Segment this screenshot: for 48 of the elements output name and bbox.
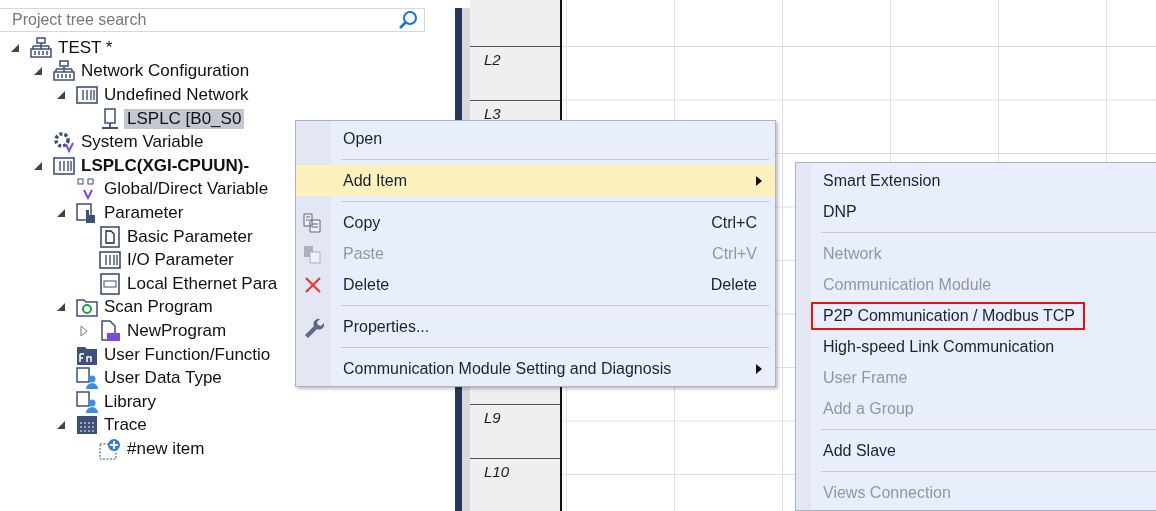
user-table-icon xyxy=(76,367,98,390)
hand-icon xyxy=(76,201,98,224)
table-icon xyxy=(76,414,98,437)
menu-item[interactable]: Add Item xyxy=(296,165,775,196)
tree-item[interactable]: Trace xyxy=(101,415,150,436)
menu-item[interactable]: High-speed Link Communication xyxy=(796,331,1156,362)
rack-icon xyxy=(99,249,121,272)
menu-item[interactable]: Delete Delete xyxy=(296,269,775,300)
tree-item[interactable]: Basic Parameter xyxy=(124,226,256,247)
add-item-icon xyxy=(99,437,121,460)
menu-item[interactable]: Smart Extension xyxy=(796,165,1156,196)
rack-icon xyxy=(53,154,75,177)
folder-icon xyxy=(76,296,98,319)
tree-item[interactable]: Scan Program xyxy=(101,297,216,318)
tree-item[interactable]: #new item xyxy=(124,438,208,459)
tree-item[interactable]: TEST * xyxy=(55,37,116,58)
menu-item[interactable]: Properties... xyxy=(296,311,775,342)
row-number: L10 xyxy=(470,457,560,511)
tree-item[interactable]: Library xyxy=(101,391,159,412)
copy-icon xyxy=(302,211,324,234)
tree-item[interactable]: LSPLC [B0_S0 xyxy=(124,108,245,129)
port-icon xyxy=(99,272,121,295)
document-icon xyxy=(99,225,121,248)
tree-item[interactable]: NewProgram xyxy=(124,320,230,341)
search-field[interactable]: Project tree search xyxy=(0,8,425,32)
tree-item[interactable]: User Function/Functio xyxy=(101,344,274,365)
tree-item[interactable]: Parameter xyxy=(101,202,187,223)
menu-item[interactable]: DNP xyxy=(796,196,1156,227)
menu-item[interactable]: Communication Module Setting and Diagnosis xyxy=(296,353,775,384)
network-icon xyxy=(53,60,75,83)
tree-item[interactable]: Network Configuration xyxy=(78,61,253,82)
menu-item[interactable]: Copy Ctrl+C xyxy=(296,207,775,238)
tree-item[interactable]: Undefined Network xyxy=(101,85,252,105)
monitor-icon xyxy=(99,107,121,130)
menu-item[interactable]: Add Slave xyxy=(796,435,1156,466)
row-number: L9 xyxy=(470,404,560,458)
tree-item[interactable]: User Data Type xyxy=(101,368,225,389)
rack-icon xyxy=(76,84,98,106)
tree-item[interactable]: Global/Direct Variable xyxy=(101,179,272,200)
network-icon xyxy=(30,36,52,59)
user-table-icon xyxy=(76,390,98,413)
row-number: L2 xyxy=(470,46,560,100)
tree-item[interactable]: System Variable xyxy=(78,132,207,153)
tree-item[interactable]: LSPLC(XGI-CPUUN)- xyxy=(78,155,253,176)
tree-item[interactable]: Local Ethernet Para xyxy=(124,273,281,294)
gear-icon xyxy=(53,131,75,154)
tree-item[interactable]: I/O Parameter xyxy=(124,250,237,271)
ld-file-icon xyxy=(99,319,121,342)
